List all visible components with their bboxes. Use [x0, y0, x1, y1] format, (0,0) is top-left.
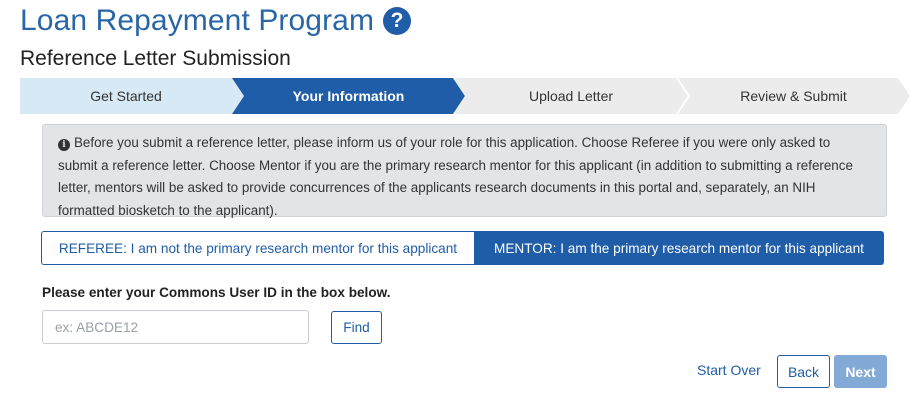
- step-upload-letter: Upload Letter: [528, 88, 614, 104]
- info-alert: i Before you submit a reference letter, p…: [42, 124, 887, 218]
- back-button[interactable]: Back: [777, 355, 830, 388]
- mentor-role-button[interactable]: MENTOR: I am the primary research mentor…: [474, 231, 884, 265]
- info-text: Before you submit a reference letter, pl…: [58, 135, 853, 218]
- commons-user-id-input[interactable]: [42, 310, 309, 344]
- info-circle-icon: i: [58, 139, 70, 152]
- step-your-information: Your Information: [292, 88, 405, 104]
- page-subtitle: Reference Letter Submission: [20, 47, 291, 70]
- role-selector: REFEREE: I am not the primary research m…: [41, 231, 884, 265]
- step-review-submit: Review & Submit: [740, 88, 847, 104]
- find-button[interactable]: Find: [331, 311, 382, 344]
- user-id-prompt: Please enter your Commons User ID in the…: [42, 285, 391, 300]
- title-row: Loan Repayment Program ?: [20, 4, 412, 38]
- question-circle-icon[interactable]: ?: [383, 7, 412, 35]
- start-over-link[interactable]: Start Over: [697, 362, 761, 378]
- progress-stepper: Get Started Your Information Upload Lett…: [20, 78, 910, 114]
- page-title: Loan Repayment Program: [20, 4, 375, 37]
- step-get-started[interactable]: Get Started: [20, 78, 232, 114]
- referee-role-button[interactable]: REFEREE: I am not the primary research m…: [41, 231, 474, 265]
- next-button[interactable]: Next: [834, 355, 887, 388]
